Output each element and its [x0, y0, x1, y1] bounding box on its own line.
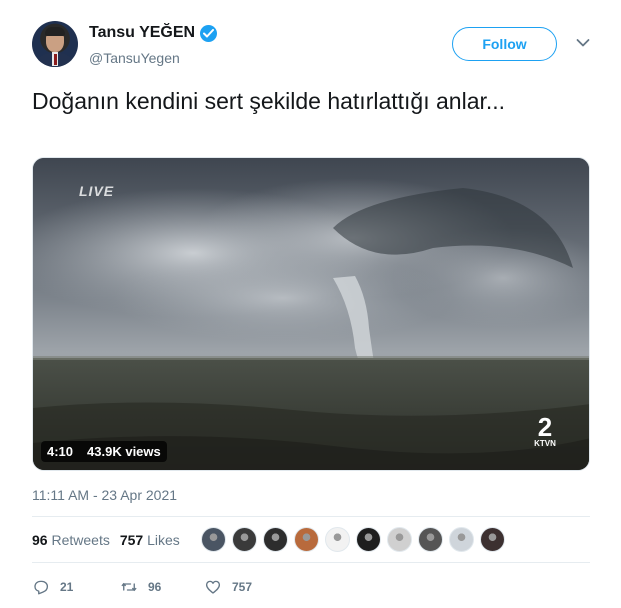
reply-icon: [34, 580, 49, 595]
retweet-action[interactable]: 96: [120, 578, 204, 596]
video-info-badge: 4:10 43.9K views: [41, 441, 167, 462]
video-duration: 4:10: [47, 444, 74, 459]
author-name-row[interactable]: Tansu YEĞEN: [89, 24, 218, 42]
likes-stat[interactable]: 757 Likes: [120, 532, 180, 548]
video-views: 43.9K views: [87, 444, 161, 459]
liker-avatar[interactable]: [356, 527, 381, 552]
chevron-down-icon[interactable]: [576, 38, 590, 48]
retweets-label: Retweets: [51, 532, 110, 548]
author-avatar[interactable]: [32, 21, 78, 67]
engagement-stats: 96 Retweets 757 Likes: [32, 532, 180, 548]
liker-avatar[interactable]: [418, 527, 443, 552]
retweet-icon: [121, 582, 137, 592]
divider-bottom: [32, 562, 590, 563]
liker-avatar[interactable]: [232, 527, 257, 552]
follow-button[interactable]: Follow: [452, 27, 557, 61]
avatar-tie: [54, 54, 57, 65]
verified-badge-icon: [200, 24, 218, 42]
liker-avatar[interactable]: [263, 527, 288, 552]
like-count: 757: [232, 580, 253, 594]
video-thumbnail: [33, 158, 589, 470]
likes-count: 757: [119, 532, 144, 548]
avatar-hair: [45, 27, 65, 36]
liker-avatar[interactable]: [449, 527, 474, 552]
author-name[interactable]: Tansu YEĞEN: [89, 24, 195, 42]
tweet-timestamp[interactable]: 11:11 AM - 23 Apr 2021: [32, 487, 177, 503]
retweet-count: 96: [148, 580, 162, 594]
channel-logo-callsign: KTVN: [534, 439, 556, 448]
liker-avatar[interactable]: [325, 527, 350, 552]
tweet-text: Doğanın kendini sert şekilde hatırlattığ…: [32, 88, 506, 114]
likes-label: Likes: [147, 532, 180, 548]
retweets-stat[interactable]: 96 Retweets: [32, 532, 110, 548]
divider-top: [32, 516, 590, 517]
channel-logo-number: 2: [538, 414, 552, 442]
like-action[interactable]: 757: [204, 578, 252, 596]
reply-action[interactable]: 21: [32, 578, 120, 596]
liker-avatar[interactable]: [294, 527, 319, 552]
liker-avatars: [201, 527, 505, 552]
author-handle[interactable]: @TansuYegen: [89, 50, 180, 66]
tweet-video[interactable]: LIVE 2 KTVN 4:10 43.9K views: [32, 157, 590, 471]
live-overlay-label: LIVE: [79, 183, 115, 199]
tweet-actions: 21 96 757: [32, 578, 252, 596]
channel-logo: 2 KTVN: [534, 414, 556, 448]
heart-icon: [205, 580, 221, 594]
liker-avatar[interactable]: [387, 527, 412, 552]
retweets-count: 96: [32, 532, 48, 548]
liker-avatar[interactable]: [480, 527, 505, 552]
liker-avatar[interactable]: [201, 527, 226, 552]
reply-count: 21: [60, 580, 74, 594]
